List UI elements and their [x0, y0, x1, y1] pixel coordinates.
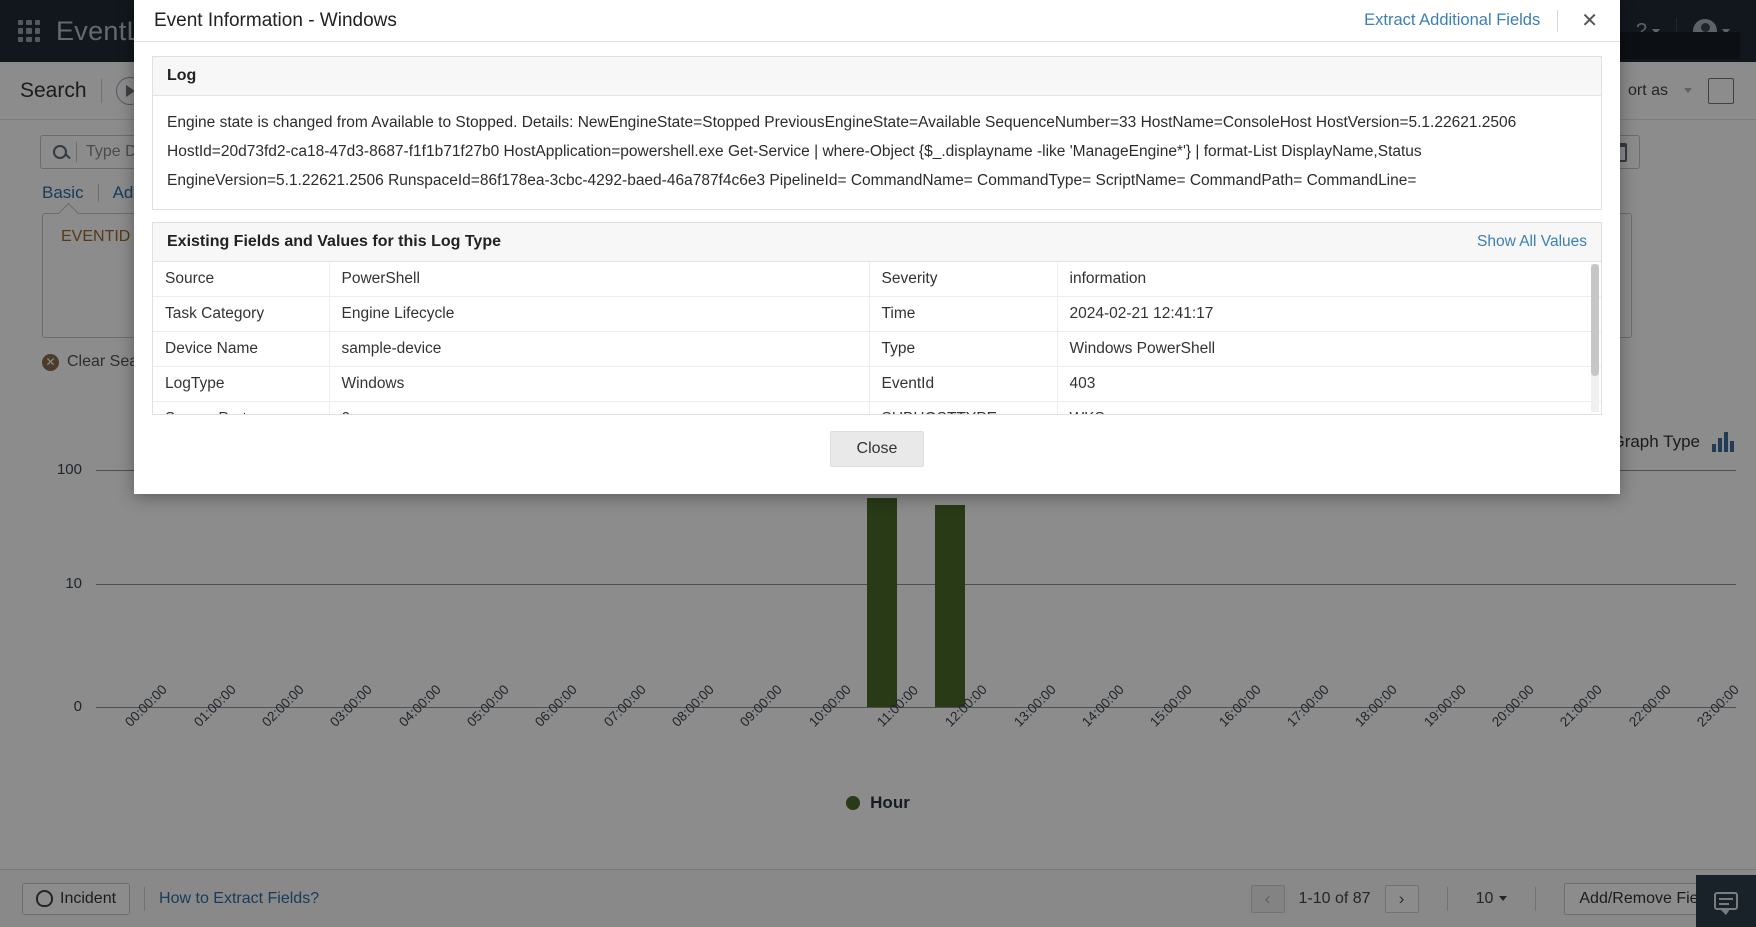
field-name: Time	[869, 296, 1058, 332]
field-value: PowerShell	[329, 262, 870, 297]
log-panel-title: Log	[167, 67, 197, 84]
field-name: LogType	[153, 366, 330, 402]
field-value: 0	[329, 401, 870, 414]
table-row: Source PowerShell Severity information	[153, 262, 1601, 297]
table-row: Source Port0SUBHOSTTYPEWKS	[153, 401, 1601, 414]
log-panel: Log Engine state is changed from Availab…	[152, 56, 1602, 210]
table-row: Task Category Engine Lifecycle Time 2024-02…	[153, 296, 1601, 332]
field-value: Engine Lifecycle	[329, 296, 870, 332]
table-row: LogType Windows EventId 403	[153, 366, 1601, 402]
fields-table: Source PowerShell Severity information Task …	[153, 262, 1601, 414]
existing-fields-header: Existing Fields and Values for this Log …	[153, 223, 1601, 262]
extract-additional-fields-link[interactable]: Extract Additional Fields	[1364, 11, 1540, 30]
field-name: Source Port	[153, 401, 330, 414]
log-line: Engine state is changed from Available t…	[167, 114, 1517, 131]
field-name: Type	[869, 331, 1058, 367]
log-line: HostId=20d73fd2-ca18-47d3-8687-f1f1b71f2…	[167, 143, 1422, 160]
log-panel-header: Log	[153, 57, 1601, 96]
field-value: Windows PowerShell	[1057, 331, 1601, 367]
field-value: Windows	[329, 366, 870, 402]
dialog-footer: Close	[134, 415, 1620, 485]
field-value: 403	[1057, 366, 1601, 402]
field-value: 2024-02-21 12:41:17	[1057, 296, 1601, 332]
existing-fields-panel: Existing Fields and Values for this Log …	[152, 222, 1602, 415]
field-name: SUBHOSTTYPE	[869, 401, 1058, 414]
field-value: sample-device	[329, 331, 870, 367]
close-icon[interactable]: ✕	[1575, 9, 1604, 33]
close-button[interactable]: Close	[829, 431, 925, 467]
dialog-header: Event Information - Windows Extract Addi…	[134, 0, 1620, 42]
existing-fields-title: Existing Fields and Values for this Log …	[167, 233, 501, 250]
dialog-title: Event Information - Windows	[154, 9, 397, 31]
show-all-values-link[interactable]: Show All Values	[1477, 233, 1587, 251]
scrollbar-thumb[interactable]	[1591, 264, 1599, 376]
field-name: Task Category	[153, 296, 330, 332]
dialog-header-actions: Extract Additional Fields ✕	[1364, 9, 1604, 33]
field-name: Source	[153, 262, 330, 297]
field-value: WKS	[1057, 401, 1601, 414]
field-name: Device Name	[153, 331, 330, 367]
table-row: Device Name sample-device Type Windows Powe…	[153, 331, 1601, 367]
divider	[1557, 9, 1559, 32]
field-value: information	[1057, 262, 1601, 297]
screen: EventL ? Search Search ort as	[0, 0, 1756, 927]
log-message-body: Engine state is changed from Available t…	[153, 96, 1601, 209]
log-line: EngineVersion=5.1.22621.2506 RunspaceId=…	[167, 172, 1417, 189]
event-information-dialog: Event Information - Windows Extract Addi…	[134, 0, 1620, 494]
field-name: Severity	[869, 262, 1058, 297]
field-name: EventId	[869, 366, 1058, 402]
fields-scroll-area[interactable]: Source PowerShell Severity information Task …	[153, 262, 1601, 414]
dialog-body: Log Engine state is changed from Availab…	[134, 42, 1620, 415]
